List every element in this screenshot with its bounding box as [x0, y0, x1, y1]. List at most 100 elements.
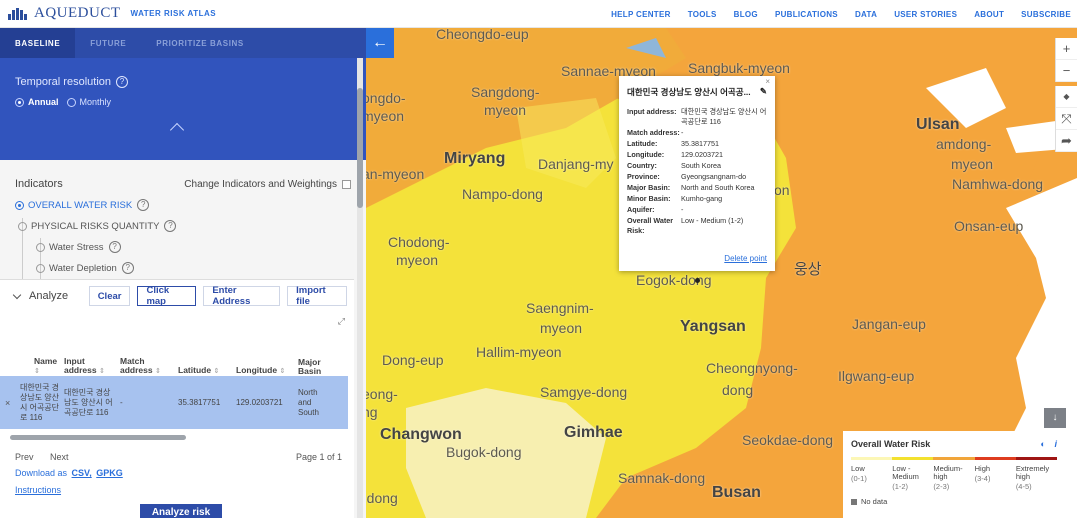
indicator-water-stress[interactable]: Water Stress ? — [15, 241, 351, 253]
chevron-down-icon — [12, 290, 22, 299]
indicator-label: Water Depletion — [49, 262, 117, 274]
table-row[interactable]: × 대한민국 경상남도 양산시 어곡공단로 116 대한민국 경상남도 양산시 … — [0, 376, 348, 429]
legend-level-range: (0-1) — [851, 474, 867, 483]
location-pin-icon[interactable] — [695, 278, 700, 283]
nav-tools[interactable]: TOOLS — [688, 10, 717, 19]
popup-value: 35.3817751 — [681, 139, 719, 148]
download-gpkg-link[interactable]: GPKG — [96, 468, 123, 478]
col-major-basin[interactable]: Major Basin — [298, 358, 328, 376]
help-icon[interactable]: ? — [121, 262, 134, 274]
place-label: Dong-eup — [382, 352, 444, 368]
place-label: Sangbuk-myeon — [688, 60, 790, 76]
place-label: eong- — [366, 386, 398, 402]
layers-icon[interactable]: ◆ — [1056, 86, 1077, 108]
indicators-title: Indicators — [15, 178, 63, 190]
info-icon[interactable]: i — [1054, 439, 1057, 449]
sort-icon: ⇕ — [34, 368, 40, 375]
next-button[interactable]: Next — [50, 452, 69, 462]
click-map-button[interactable]: Click map — [137, 285, 197, 307]
analyze-risk-button[interactable]: Analyze risk — [140, 504, 222, 518]
pagination: Prev Next Page 1 of 1 — [14, 452, 342, 462]
place-label: Bugok-dong — [446, 444, 522, 460]
help-icon[interactable]: ? — [116, 76, 128, 88]
logo[interactable]: AQUEDUCT WATER RISK ATLAS — [8, 5, 216, 22]
panel-scrollbar[interactable] — [357, 58, 363, 518]
nav-data[interactable]: DATA — [855, 10, 877, 19]
popup-key: Overall Water Risk: — [627, 216, 674, 235]
legend-icons: ◐ i — [1041, 439, 1057, 449]
legend-level: Medium-high (2-3) — [933, 465, 974, 491]
indicator-overall-water-risk[interactable]: OVERALL WATER RISK ? — [15, 199, 351, 211]
help-icon[interactable]: ? — [108, 241, 121, 253]
no-data-swatch — [851, 498, 857, 505]
indicator-water-depletion[interactable]: Water Depletion ? — [15, 262, 351, 274]
nav-user-stories[interactable]: USER STORIES — [894, 10, 957, 19]
col-longitude[interactable]: Longitude ⇕ — [236, 366, 298, 376]
map[interactable]: ← Cheongdo-eup Sannae-myeon Sangbuk-myeon o… — [366, 28, 1077, 518]
chevron-up-icon[interactable] — [169, 122, 185, 138]
tab-future[interactable]: FUTURE — [75, 28, 141, 58]
col-input-address[interactable]: Input address ⇕ — [64, 357, 120, 376]
enter-address-button[interactable]: Enter Address — [203, 285, 281, 307]
download-csv-link[interactable]: CSV, — [72, 468, 92, 478]
monthly-label[interactable]: Monthly — [80, 97, 112, 107]
popup-value: - — [681, 128, 684, 137]
zoom-out-button[interactable]: − — [1056, 60, 1077, 82]
tab-prioritize-basins[interactable]: PRIORITIZE BASINS — [141, 28, 259, 58]
prev-button[interactable]: Prev — [15, 452, 34, 462]
tab-baseline[interactable]: BASELINE — [0, 28, 76, 58]
map-controls: + − — [1055, 38, 1077, 82]
help-icon[interactable]: ? — [164, 220, 177, 232]
arrow-down-icon[interactable]: ↓ — [1044, 408, 1066, 428]
scrollbar-thumb[interactable] — [357, 88, 363, 208]
col-match-address[interactable]: Match address ⇕ — [120, 357, 178, 376]
indicator-radio[interactable] — [18, 221, 27, 231]
download-links: Download as CSV, GPKG — [15, 468, 123, 478]
annual-label[interactable]: Annual — [28, 97, 59, 107]
place-label: Jangan-eup — [852, 316, 926, 332]
nav-blog[interactable]: BLOG — [734, 10, 758, 19]
indicator-radio[interactable] — [15, 200, 24, 210]
nav-subscribe[interactable]: SUBSCRIBE — [1021, 10, 1071, 19]
popup-key: Country: — [627, 161, 657, 170]
col-label: Name — [34, 356, 58, 366]
place-label: amdong- — [936, 136, 992, 152]
download-label: Download as — [15, 468, 68, 478]
edit-icon[interactable]: ✎ — [760, 86, 767, 98]
nav-about[interactable]: ABOUT — [974, 10, 1004, 19]
monthly-radio[interactable] — [66, 97, 76, 107]
horizontal-scrollbar[interactable] — [10, 435, 186, 440]
nav-help-center[interactable]: HELP CENTER — [611, 10, 671, 19]
opacity-toggle-icon[interactable]: ◐ — [1041, 439, 1046, 449]
expand-icon[interactable]: ⤢ — [338, 316, 345, 327]
nav-publications[interactable]: PUBLICATIONS — [775, 10, 838, 19]
zoom-in-button[interactable]: + — [1056, 38, 1077, 60]
indicator-physical-risks-quantity[interactable]: PHYSICAL RISKS QUANTITY ? — [15, 220, 351, 232]
close-icon[interactable]: × — [765, 77, 770, 86]
popup-row: Input address: 대한민국 경상남도 양산시 어곡공단로 116 — [627, 107, 767, 127]
collapse-panel-button[interactable]: ← — [366, 28, 394, 58]
import-file-button[interactable]: Import file — [287, 285, 347, 307]
indicator-radio[interactable] — [36, 263, 45, 273]
share-icon[interactable]: ➦ — [1056, 130, 1077, 152]
remove-row-icon[interactable]: × — [5, 398, 10, 408]
legend-level-label: High — [974, 464, 991, 473]
legend-header: Overall Water Risk ◐ i — [851, 439, 1057, 449]
legend-level-label: Extremely high — [1015, 464, 1050, 481]
col-name[interactable]: Name ⇕ — [14, 357, 64, 376]
cell-longitude: 129.0203721 — [236, 397, 283, 407]
change-indicators-toggle[interactable]: Change Indicators and Weightings — [184, 178, 351, 190]
instructions-link[interactable]: Instructions — [15, 485, 61, 495]
popup-row: Province: Gyeongsangnam-do — [627, 172, 767, 182]
annual-radio[interactable] — [15, 97, 24, 107]
sort-icon: ⇕ — [154, 368, 161, 375]
place-label: on — [774, 182, 790, 198]
analyze-title[interactable]: Analyze — [12, 290, 89, 302]
indicator-radio[interactable] — [36, 242, 45, 252]
clear-button[interactable]: Clear — [88, 286, 131, 306]
col-latitude[interactable]: Latitude ⇕ — [178, 366, 236, 376]
fullscreen-icon[interactable]: ⤧ — [1056, 108, 1077, 130]
delete-point-link[interactable]: Delete point — [724, 254, 767, 263]
change-indicators-checkbox[interactable] — [342, 179, 351, 189]
help-icon[interactable]: ? — [137, 199, 150, 211]
